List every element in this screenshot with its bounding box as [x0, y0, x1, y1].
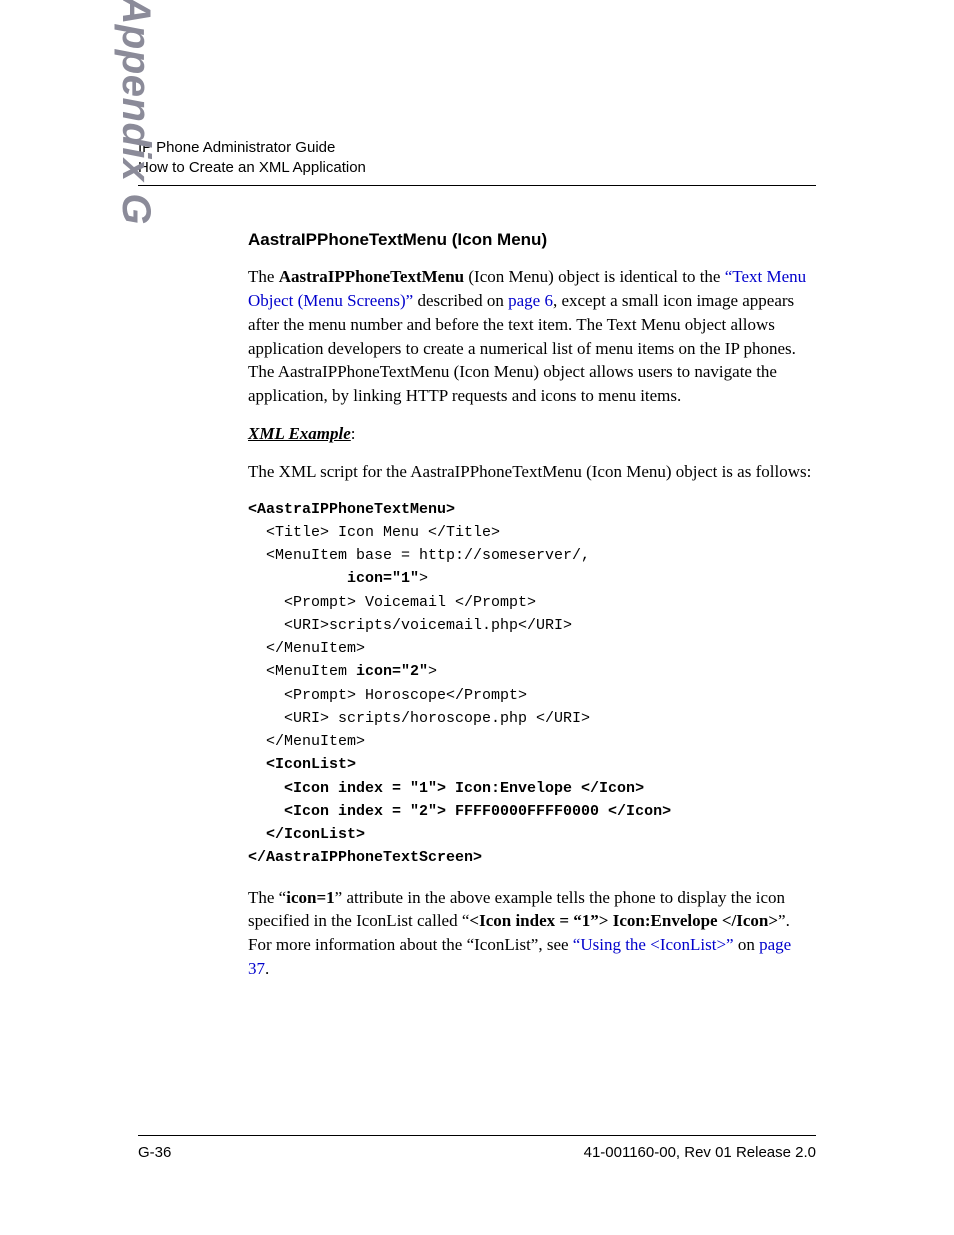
code-block: <AastraIPPhoneTextMenu> <Title> Icon Men… — [248, 498, 816, 870]
code-line: <Prompt> Horoscope</Prompt> — [248, 687, 527, 704]
footer-rule — [138, 1135, 816, 1136]
xml-intro-paragraph: The XML script for the AastraIPPhoneText… — [248, 460, 816, 484]
text: on — [734, 935, 760, 954]
footer-page-number: G-36 — [138, 1142, 171, 1163]
code-line: </AastraIPPhoneTextScreen> — [248, 849, 482, 866]
header-line-1: IP Phone Administrator Guide — [138, 138, 816, 158]
bold-term: <Icon index = “1”> Icon:Envelope </Icon> — [469, 911, 778, 930]
code-line: <Prompt> Voicemail </Prompt> — [248, 594, 536, 611]
link-using-iconlist[interactable]: “Using the <IconList>” — [573, 935, 734, 954]
code-line: <URI>scripts/voicemail.php</URI> — [248, 617, 572, 634]
code-line: </MenuItem> — [248, 733, 365, 750]
page-footer: G-36 41-001160-00, Rev 01 Release 2.0 — [138, 1135, 816, 1163]
bold-term: icon=1 — [286, 888, 334, 907]
text: (Icon Menu) object is identical to the — [464, 267, 725, 286]
code-line: <MenuItem icon="2"> — [248, 663, 437, 680]
xml-example-label: XML Example: — [248, 422, 816, 446]
code-line: <AastraIPPhoneTextMenu> — [248, 501, 455, 518]
header-line-2: How to Create an XML Application — [138, 158, 816, 178]
appendix-side-tab: Appendix G — [108, 0, 164, 225]
header-rule — [138, 185, 816, 186]
code-line: <Icon index = "1"> Icon:Envelope </Icon> — [248, 780, 644, 797]
code-line: <URI> scripts/horoscope.php </URI> — [248, 710, 590, 727]
link-page-6[interactable]: page 6 — [508, 291, 553, 310]
text: described on — [413, 291, 508, 310]
text: The “ — [248, 888, 286, 907]
code-line: <IconList> — [248, 756, 356, 773]
xml-example-label-text: XML Example — [248, 424, 351, 443]
code-line: icon="1"> — [248, 570, 428, 587]
code-line: <Icon index = "2"> FFFF0000FFFF0000 </Ic… — [248, 803, 671, 820]
outro-paragraph: The “icon=1” attribute in the above exam… — [248, 886, 816, 981]
code-line: </MenuItem> — [248, 640, 365, 657]
section-heading: AastraIPPhoneTextMenu (Icon Menu) — [248, 228, 816, 252]
code-line: </IconList> — [248, 826, 365, 843]
main-content: AastraIPPhoneTextMenu (Icon Menu) The Aa… — [248, 228, 816, 981]
intro-paragraph: The AastraIPPhoneTextMenu (Icon Menu) ob… — [248, 265, 816, 408]
text: The — [248, 267, 279, 286]
xml-example-label-colon: : — [351, 424, 356, 443]
footer-doc-id: 41-001160-00, Rev 01 Release 2.0 — [584, 1142, 816, 1163]
code-line: <MenuItem base = http://someserver/, — [248, 547, 590, 564]
running-header: IP Phone Administrator Guide How to Crea… — [138, 138, 816, 179]
bold-term: AastraIPPhoneTextMenu — [279, 267, 464, 286]
text: . — [265, 959, 269, 978]
code-line: <Title> Icon Menu </Title> — [248, 524, 500, 541]
